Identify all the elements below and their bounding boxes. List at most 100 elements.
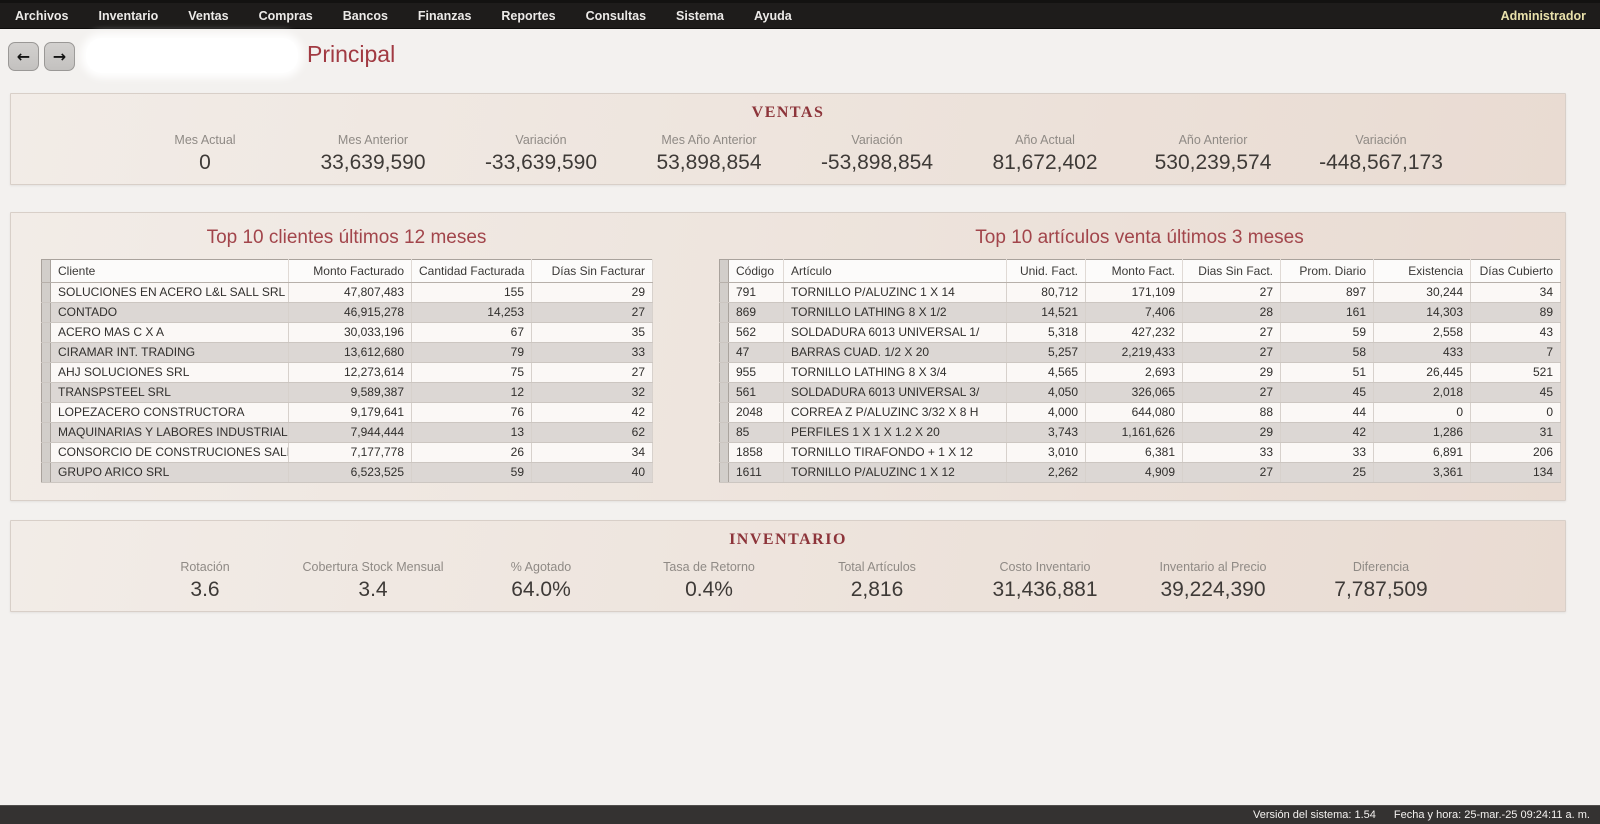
cell-articulo: TORNILLO P/ALUZINC 1 X 12 <box>784 463 1007 483</box>
articulo-row[interactable]: 85 PERFILES 1 X 1 X 1.2 X 20 3,743 1,161… <box>720 423 1561 443</box>
top-clientes-title: Top 10 clientes últimos 12 meses <box>41 227 652 249</box>
cell-articulo: TORNILLO LATHING 8 X 3/4 <box>784 363 1007 383</box>
cell-monto-facturado: 7,177,778 <box>289 443 412 463</box>
cell-unid-fact: 4,000 <box>1007 403 1086 423</box>
col-header-monto-facturado[interactable]: Monto Facturado <box>289 260 412 283</box>
articulo-row[interactable]: 47 BARRAS CUAD. 1/2 X 20 5,257 2,219,433… <box>720 343 1561 363</box>
cliente-row[interactable]: LOPEZACERO CONSTRUCTORA 9,179,641 76 42 <box>42 403 653 423</box>
col-header-monto-fact[interactable]: Monto Fact. <box>1086 260 1183 283</box>
menu-item-ventas[interactable]: Ventas <box>173 3 243 29</box>
cell-cantidad-facturada: 26 <box>412 443 532 463</box>
metric-label: Mes Anterior <box>289 133 457 147</box>
top10-panel: Top 10 clientes últimos 12 meses Cliente… <box>10 212 1566 501</box>
menu-item-inventario[interactable]: Inventario <box>84 3 174 29</box>
cell-cliente: CONTADO <box>51 303 289 323</box>
row-header-cell <box>720 403 729 423</box>
metric-label: % Agotado <box>457 560 625 574</box>
metric-value: 33,639,590 <box>289 151 457 175</box>
cliente-row[interactable]: AHJ SOLUCIONES SRL 12,273,614 75 27 <box>42 363 653 383</box>
cell-cliente: SOLUCIONES EN ACERO L&L SALL SRL <box>51 283 289 303</box>
menu-item-compras[interactable]: Compras <box>244 3 328 29</box>
menu-item-reportes[interactable]: Reportes <box>486 3 570 29</box>
menu-item-finanzas[interactable]: Finanzas <box>403 3 487 29</box>
cliente-row[interactable]: TRANSPSTEEL SRL 9,589,387 12 32 <box>42 383 653 403</box>
metric-value: -448,567,173 <box>1297 151 1465 175</box>
row-header-cell <box>720 303 729 323</box>
cell-dias-cubierto: 7 <box>1471 343 1561 363</box>
cell-dias-cubierto: 43 <box>1471 323 1561 343</box>
cell-dias-cubierto: 31 <box>1471 423 1561 443</box>
col-header-unid-fact[interactable]: Unid. Fact. <box>1007 260 1086 283</box>
metric-label: Cobertura Stock Mensual <box>289 560 457 574</box>
metric-label: Variación <box>1297 133 1465 147</box>
cell-unid-fact: 80,712 <box>1007 283 1086 303</box>
metric-label: Mes Año Anterior <box>625 133 793 147</box>
articulo-row[interactable]: 561 SOLDADURA 6013 UNIVERSAL 3/ 4,050 32… <box>720 383 1561 403</box>
metric-label: Inventario al Precio <box>1129 560 1297 574</box>
cell-dias-sin-fact: 27 <box>1183 463 1281 483</box>
cell-existencia: 1,286 <box>1374 423 1471 443</box>
metric: Total Artículos 2,816 <box>793 560 961 602</box>
cell-existencia: 30,244 <box>1374 283 1471 303</box>
articulo-row[interactable]: 562 SOLDADURA 6013 UNIVERSAL 1/ 5,318 42… <box>720 323 1561 343</box>
menu-item-ayuda[interactable]: Ayuda <box>739 3 807 29</box>
cell-dias-sin-facturar: 27 <box>532 363 653 383</box>
articulo-row[interactable]: 1858 TORNILLO TIRAFONDO + 1 X 12 3,010 6… <box>720 443 1561 463</box>
metric: Año Anterior 530,239,574 <box>1129 133 1297 175</box>
col-header-articulo[interactable]: Artículo <box>784 260 1007 283</box>
arrow-right-icon: → <box>53 47 66 66</box>
menu-item-consultas[interactable]: Consultas <box>571 3 661 29</box>
metric-label: Variación <box>457 133 625 147</box>
articulo-row[interactable]: 791 TORNILLO P/ALUZINC 1 X 14 80,712 171… <box>720 283 1561 303</box>
col-header-dias-sin-facturar[interactable]: Días Sin Facturar <box>532 260 653 283</box>
top-articulos-block: Top 10 artículos venta últimos 3 meses C… <box>719 227 1560 483</box>
articulo-row[interactable]: 1611 TORNILLO P/ALUZINC 1 X 12 2,262 4,9… <box>720 463 1561 483</box>
menu-item-archivos[interactable]: Archivos <box>0 3 84 29</box>
cliente-row[interactable]: CIRAMAR INT. TRADING 13,612,680 79 33 <box>42 343 653 363</box>
status-bar: Versión del sistema: 1.54 Fecha y hora: … <box>0 805 1600 824</box>
cell-dias-cubierto: 521 <box>1471 363 1561 383</box>
cell-monto-fact: 6,381 <box>1086 443 1183 463</box>
cliente-row[interactable]: SOLUCIONES EN ACERO L&L SALL SRL 47,807,… <box>42 283 653 303</box>
metric: Variación -448,567,173 <box>1297 133 1465 175</box>
menu-item-sistema[interactable]: Sistema <box>661 3 739 29</box>
back-button[interactable]: ← <box>8 42 39 71</box>
articulo-row[interactable]: 2048 CORREA Z P/ALUZINC 3/32 X 8 H 4,000… <box>720 403 1561 423</box>
app-window: Archivos Inventario Ventas Compras Banco… <box>0 0 1600 824</box>
metric: Cobertura Stock Mensual 3.4 <box>289 560 457 602</box>
cell-monto-facturado: 7,944,444 <box>289 423 412 443</box>
cell-unid-fact: 3,010 <box>1007 443 1086 463</box>
col-header-existencia[interactable]: Existencia <box>1374 260 1471 283</box>
col-header-cliente[interactable]: Cliente <box>51 260 289 283</box>
cliente-row[interactable]: GRUPO ARICO SRL 6,523,525 59 40 <box>42 463 653 483</box>
cell-cantidad-facturada: 155 <box>412 283 532 303</box>
articulo-row[interactable]: 869 TORNILLO LATHING 8 X 1/2 14,521 7,40… <box>720 303 1561 323</box>
cliente-row[interactable]: ACERO MAS C X A 30,033,196 67 35 <box>42 323 653 343</box>
metric-label: Diferencia <box>1297 560 1465 574</box>
forward-button[interactable]: → <box>44 42 75 71</box>
cell-articulo: CORREA Z P/ALUZINC 3/32 X 8 H <box>784 403 1007 423</box>
cell-cliente: CONSORCIO DE CONSTRUCIONES SALDAÑ <box>51 443 289 463</box>
cell-cantidad-facturada: 67 <box>412 323 532 343</box>
col-header-cantidad-facturada[interactable]: Cantidad Facturada <box>412 260 532 283</box>
cell-existencia: 14,303 <box>1374 303 1471 323</box>
cell-dias-sin-fact: 33 <box>1183 443 1281 463</box>
inventario-section-title: INVENTARIO <box>11 531 1565 549</box>
cell-articulo: PERFILES 1 X 1 X 1.2 X 20 <box>784 423 1007 443</box>
cliente-row[interactable]: MAQUINARIAS Y LABORES INDUSTRIALES 7,944… <box>42 423 653 443</box>
row-header-cell <box>720 463 729 483</box>
col-header-dias-cubierto[interactable]: Días Cubierto <box>1471 260 1561 283</box>
cell-monto-facturado: 47,807,483 <box>289 283 412 303</box>
cell-dias-cubierto: 89 <box>1471 303 1561 323</box>
col-header-dias-sin-fact[interactable]: Dias Sin Fact. <box>1183 260 1281 283</box>
menu-item-bancos[interactable]: Bancos <box>328 3 403 29</box>
cliente-row[interactable]: CONTADO 46,915,278 14,253 27 <box>42 303 653 323</box>
metric-value: 64.0% <box>457 578 625 602</box>
col-header-codigo[interactable]: Código <box>729 260 784 283</box>
cell-dias-cubierto: 0 <box>1471 403 1561 423</box>
cell-cantidad-facturada: 75 <box>412 363 532 383</box>
cliente-row[interactable]: CONSORCIO DE CONSTRUCIONES SALDAÑ 7,177,… <box>42 443 653 463</box>
metric-label: Total Artículos <box>793 560 961 574</box>
articulo-row[interactable]: 955 TORNILLO LATHING 8 X 3/4 4,565 2,693… <box>720 363 1561 383</box>
col-header-prom-diario[interactable]: Prom. Diario <box>1281 260 1374 283</box>
